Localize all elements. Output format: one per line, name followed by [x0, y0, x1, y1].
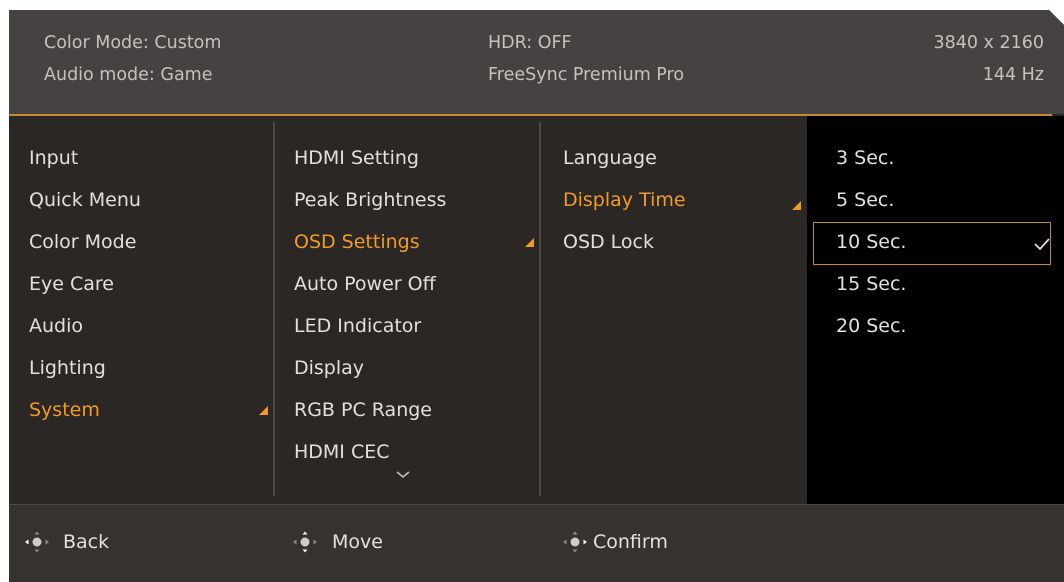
osd-item-language[interactable]: Language [563, 147, 657, 169]
color-mode-status: Color Mode: Custom [44, 33, 222, 53]
submenu-item-display[interactable]: Display [294, 357, 364, 379]
footer-bar [9, 504, 1064, 582]
confirm-hint: Confirm [593, 531, 668, 553]
menu-item-input[interactable]: Input [29, 147, 78, 169]
osd-item-display-time[interactable]: Display Time [563, 189, 686, 211]
submenu-item-peak-brightness[interactable]: Peak Brightness [294, 189, 446, 211]
display-time-options-panel: 3 Sec. 5 Sec. 10 Sec. 15 Sec. 20 Sec. [807, 116, 1064, 504]
back-hint: Back [63, 531, 110, 553]
menu-item-color-mode[interactable]: Color Mode [29, 231, 136, 253]
menu-item-system[interactable]: System [29, 399, 100, 421]
submenu-item-auto-power-off[interactable]: Auto Power Off [294, 273, 436, 295]
hdr-status: HDR: OFF [488, 33, 572, 53]
checkmark-icon [1034, 238, 1050, 251]
resolution-status: 3840 x 2160 [933, 33, 1044, 53]
status-header: Color Mode: Custom Audio mode: Game HDR:… [9, 10, 1064, 114]
option-3-sec[interactable]: 3 Sec. [836, 147, 894, 169]
active-indicator-icon [259, 406, 268, 415]
column-divider [273, 122, 275, 496]
menu-item-lighting[interactable]: Lighting [29, 357, 106, 379]
option-20-sec[interactable]: 20 Sec. [836, 315, 906, 337]
move-hint: Move [332, 531, 383, 553]
menu-item-audio[interactable]: Audio [29, 315, 83, 337]
option-15-sec[interactable]: 15 Sec. [836, 273, 906, 295]
submenu-item-hdmi-setting[interactable]: HDMI Setting [294, 147, 419, 169]
submenu-item-osd-settings[interactable]: OSD Settings [294, 231, 420, 253]
chevron-down-icon[interactable] [395, 470, 411, 480]
submenu-item-hdmi-cec[interactable]: HDMI CEC [294, 441, 390, 463]
joystick-icon [293, 531, 317, 553]
audio-mode-status: Audio mode: Game [44, 65, 213, 85]
column-divider [539, 122, 541, 496]
active-indicator-icon [525, 238, 534, 247]
submenu-item-led-indicator[interactable]: LED Indicator [294, 315, 421, 337]
menu-item-quick-menu[interactable]: Quick Menu [29, 189, 141, 211]
freesync-status: FreeSync Premium Pro [488, 65, 685, 85]
selected-option-highlight [813, 222, 1051, 265]
submenu-item-rgb-pc-range[interactable]: RGB PC Range [294, 399, 432, 421]
joystick-icon [25, 531, 49, 553]
osd-item-osd-lock[interactable]: OSD Lock [563, 231, 654, 253]
joystick-icon [563, 531, 587, 553]
active-indicator-icon [792, 201, 801, 210]
menu-item-eye-care[interactable]: Eye Care [29, 273, 114, 295]
option-5-sec[interactable]: 5 Sec. [836, 189, 894, 211]
refresh-rate-status: 144 Hz [982, 65, 1044, 85]
